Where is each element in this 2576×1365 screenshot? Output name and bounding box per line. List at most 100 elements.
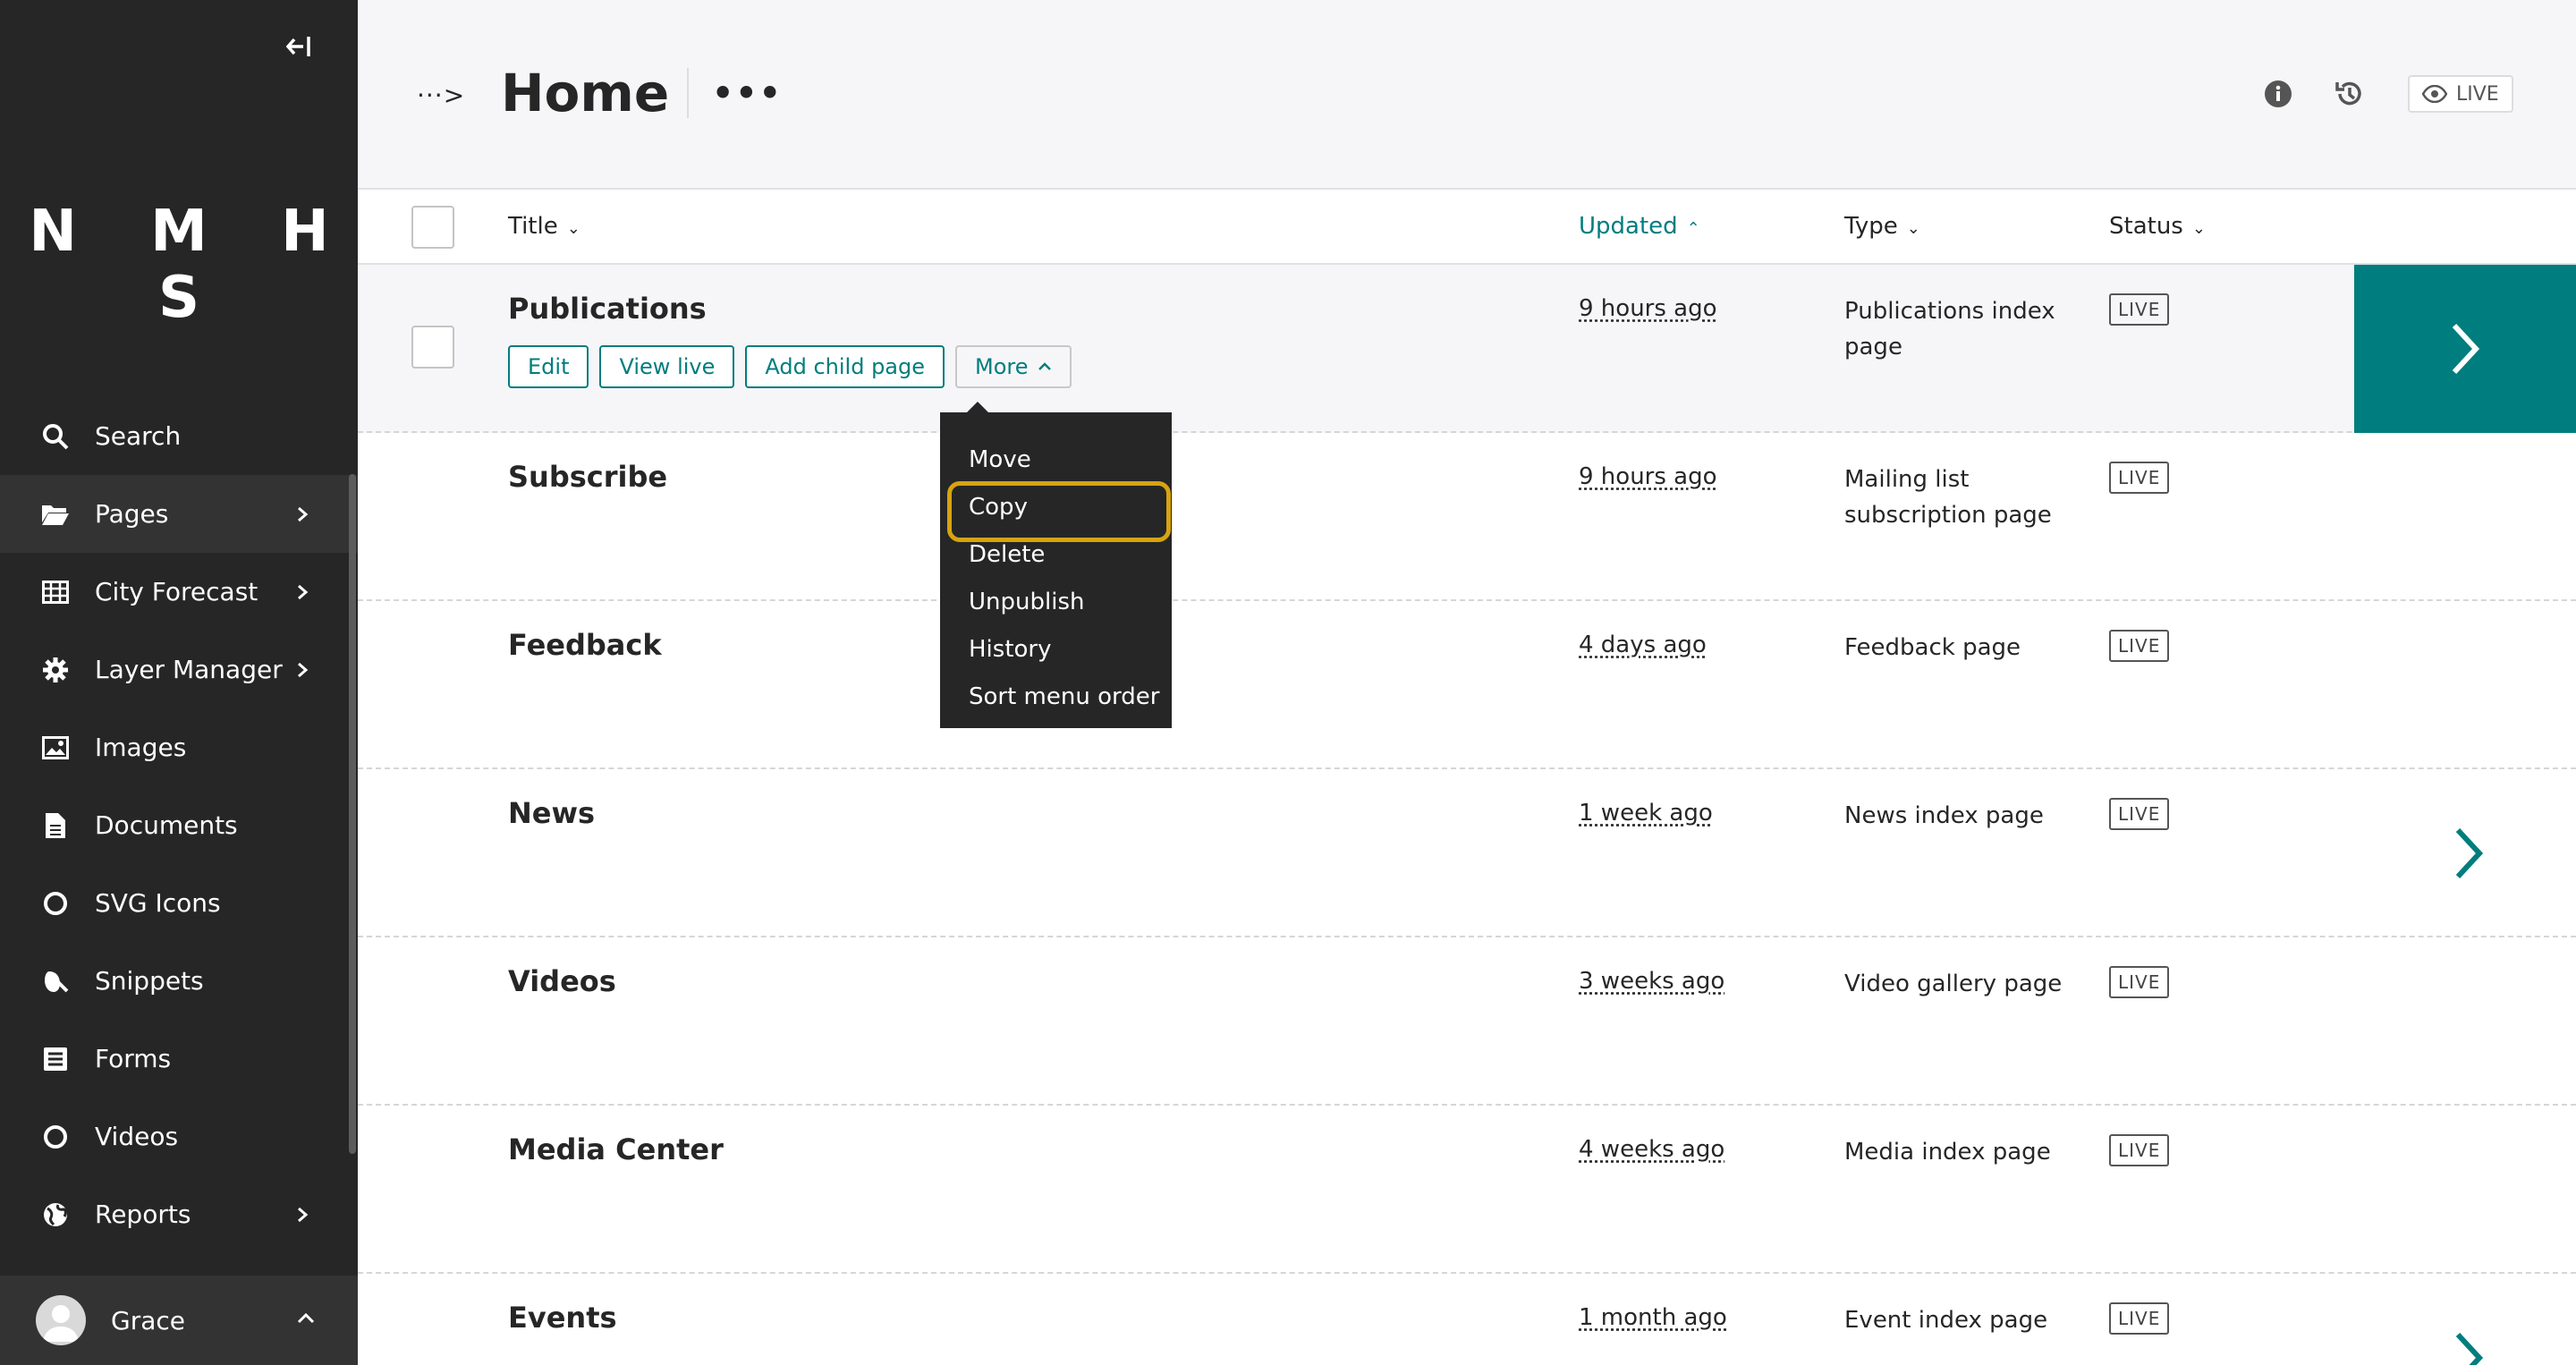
row-updated: 3 weeks ago [1579,968,1725,995]
row-type: Publications index page [1844,298,2055,360]
site-logo[interactable]: N M H S [0,199,358,331]
table-row[interactable]: Publications Edit View live Add child pa… [358,265,2576,433]
collapse-sidebar-icon[interactable] [279,27,318,66]
menu-item-unpublish[interactable]: Unpublish [940,578,1172,625]
info-icon[interactable] [2263,79,2293,109]
status-badge: LIVE [2109,798,2170,830]
sidebar-item-reports[interactable]: Reports [0,1175,358,1253]
row-updated: 1 month ago [1579,1304,1727,1331]
chevron-right-icon [298,506,309,521]
sidebar: N M H S Search Pages City Forecast Layer… [0,0,358,1365]
sidebar-item-label: Reports [95,1200,191,1229]
sidebar-item-label: Snippets [95,966,204,996]
chevron-right-icon[interactable] [2451,1329,2487,1365]
sidebar-item-label: Documents [95,810,238,840]
table-row[interactable]: Media Center 4 weeks ago Media index pag… [358,1106,2576,1274]
main-menu: Search Pages City Forecast Layer Manager [0,397,358,1253]
row-type: Video gallery page [1844,971,2063,997]
sidebar-item-videos[interactable]: Videos [0,1098,358,1175]
chevron-up-icon: ⌃ [1686,219,1700,238]
row-select-checkbox[interactable] [411,326,454,369]
table-row[interactable]: News 1 week ago News index page LIVE [358,769,2576,937]
form-icon [41,1045,70,1073]
menu-item-copy[interactable]: Copy [940,481,1172,542]
eye-icon [2422,85,2447,103]
edit-button[interactable]: Edit [508,345,589,388]
sidebar-item-city-forecast[interactable]: City Forecast [0,553,358,631]
row-title-link[interactable]: Videos [508,964,616,998]
breadcrumb-toggle[interactable]: ···> [417,81,465,110]
row-updated: 1 week ago [1579,800,1713,827]
row-title-link[interactable]: Publications [508,292,707,326]
sidebar-item-images[interactable]: Images [0,708,358,786]
sidebar-item-label: Pages [95,499,169,529]
row-type: Event index page [1844,1307,2048,1334]
more-actions-button[interactable]: More [955,345,1072,388]
chevron-up-icon [297,1312,315,1324]
table-row[interactable]: Subscribe 9 hours ago Mailing list subsc… [358,433,2576,601]
chevron-right-icon [2452,323,2480,375]
view-live-button[interactable]: View live [599,345,735,388]
row-title-link[interactable]: Events [508,1301,617,1335]
account-menu[interactable]: Grace [0,1276,358,1365]
sidebar-item-layer-manager[interactable]: Layer Manager [0,631,358,708]
select-all-checkbox[interactable] [411,206,454,249]
menu-item-history[interactable]: History [940,625,1172,673]
circle-icon [41,889,70,918]
menu-item-sort-menu-order[interactable]: Sort menu order [940,673,1172,720]
sidebar-item-label: Forms [95,1044,172,1073]
status-badge: LIVE [2109,1302,2170,1335]
table-row[interactable]: Videos 3 weeks ago Video gallery page LI… [358,937,2576,1106]
sidebar-item-search[interactable]: Search [0,397,358,475]
avatar [36,1295,86,1345]
listing-table-header: Title ⌄ Updated ⌃ Type ⌄ Status ⌄ [358,191,2576,265]
page-actions-more-button[interactable]: ••• [712,73,783,113]
column-title[interactable]: Title ⌄ [508,213,580,240]
row-title-link[interactable]: Feedback [508,628,662,662]
row-updated: 4 days ago [1579,632,1707,658]
menu-item-delete[interactable]: Delete [940,530,1172,578]
row-type: Mailing list subscription page [1844,466,2052,529]
table-row[interactable]: Feedback 4 days ago Feedback page LIVE [358,601,2576,769]
sidebar-item-forms[interactable]: Forms [0,1020,358,1098]
chevron-right-icon [298,662,309,677]
chevron-up-icon [1038,362,1051,370]
search-icon [41,422,70,451]
row-title-link[interactable]: Media Center [508,1132,724,1166]
column-updated[interactable]: Updated ⌃ [1579,213,1700,240]
column-status[interactable]: Status ⌄ [2109,213,2206,240]
explore-children-button[interactable] [2354,265,2576,433]
sidebar-item-pages[interactable]: Pages [0,475,358,553]
sidebar-item-label: Search [95,421,182,451]
sidebar-item-documents[interactable]: Documents [0,786,358,864]
chevron-right-icon[interactable] [2451,825,2487,882]
row-updated: 9 hours ago [1579,295,1717,322]
row-updated: 4 weeks ago [1579,1136,1725,1163]
circle-icon [41,1123,70,1151]
history-icon[interactable] [2334,79,2365,109]
row-actions: Edit View live Add child page More [508,345,1072,388]
status-badge: LIVE [2109,1134,2170,1166]
sidebar-item-snippets[interactable]: Snippets [0,942,358,1020]
page-header: ···> Home ••• LIVE [358,0,2576,190]
chevron-right-icon [298,584,309,599]
table-row[interactable]: Events 1 month ago Event index page LIVE [358,1274,2576,1365]
sidebar-scrollbar[interactable] [349,474,356,1154]
row-title-link[interactable]: Subscribe [508,460,667,494]
chevron-down-icon: ⌄ [2191,219,2206,238]
menu-item-move[interactable]: Move [940,436,1172,483]
column-type[interactable]: Type ⌄ [1844,213,1920,240]
live-status-button[interactable]: LIVE [2408,75,2513,113]
status-badge: LIVE [2109,462,2170,494]
sidebar-item-label: SVG Icons [95,888,221,918]
page-title: Home [501,63,670,123]
add-child-page-button[interactable]: Add child page [745,345,945,388]
row-type: Media index page [1844,1139,2051,1166]
status-badge: LIVE [2109,630,2170,662]
snippet-icon [41,967,70,996]
status-badge: LIVE [2109,293,2170,326]
chevron-down-icon: ⌄ [1906,219,1920,238]
sidebar-item-svg-icons[interactable]: SVG Icons [0,864,358,942]
table-icon [41,578,70,606]
row-title-link[interactable]: News [508,796,595,830]
